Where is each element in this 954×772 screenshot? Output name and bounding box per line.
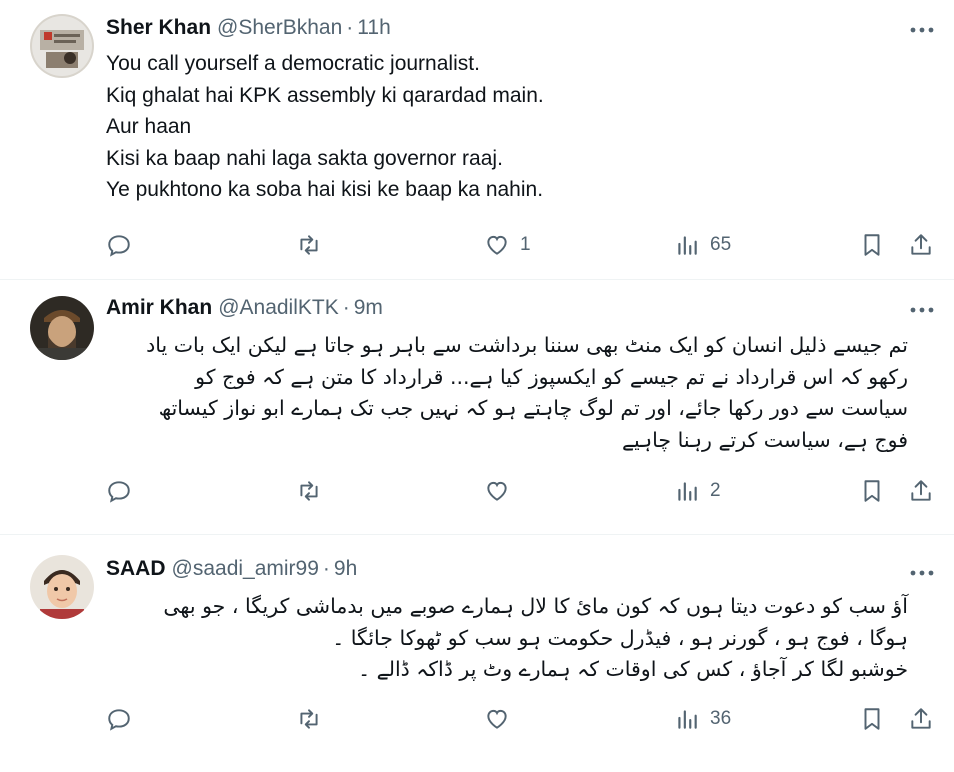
like-count: 1 [520,233,531,255]
view-count: 65 [710,233,732,255]
timestamp[interactable]: 9m [354,296,383,320]
tweet-text-line: Kisi ka baap nahi laga sakta governor ra… [106,146,503,170]
display-name[interactable]: SAAD [106,557,166,581]
share-button[interactable] [908,706,934,732]
retweet-button[interactable] [296,706,322,732]
tweet-text: تم جیسے ذلیل انسان کو ایک منٹ بھی سننا ب… [106,330,938,456]
tweet-text-line: رکھو کہ اس قرارداد نے تم جیسے کو ایکسپوز… [195,364,908,389]
tweet[interactable]: SAAD @saadi_amir99 · 9h آؤ سب کو دعوت دی… [0,535,954,770]
retweet-icon [300,235,318,255]
avatar[interactable] [30,555,94,619]
display-name[interactable]: Amir Khan [106,296,212,320]
heart-icon [487,709,507,729]
avatar[interactable] [30,296,94,360]
views-icon [678,482,697,502]
bookmark-icon [864,480,880,503]
reply-button[interactable] [106,478,132,504]
share-icon [911,234,931,255]
tweet-text-line: Ye pukhtono ka soba hai kisi ke baap ka … [106,178,544,202]
heart-icon [487,482,507,502]
tweet-text: You call yourself a democratic journalis… [106,48,938,206]
tweet-text-line: You call yourself a democratic journalis… [106,52,480,75]
retweet-icon [300,709,318,729]
more-icon[interactable] [908,20,936,40]
views-icon [678,236,697,255]
tweet-text: آؤ سب کو دعوت دیتا ہوں کہ کون مائ کا لال… [106,591,938,686]
timestamp[interactable]: 11h [357,16,390,40]
tweet-text-line: فوج ہے، سیاست کرتے رہنا چاہیے [621,427,908,452]
tweet-header: Sher Khan @SherBkhan · 11h [106,12,938,44]
retweet-icon [300,481,318,502]
avatar[interactable] [30,14,94,78]
reply-icon [108,235,130,257]
bookmark-icon [864,708,880,730]
tweet-text-line: سیاست سے دور رکھا جائے، اور تم لوگ چاہتے… [158,396,908,421]
handle[interactable]: @SherBkhan [217,16,342,40]
view-count: 2 [710,480,721,502]
bookmark-button[interactable] [859,232,885,258]
reply-button[interactable] [106,232,132,258]
more-icon[interactable] [908,563,936,583]
view-count: 36 [710,707,732,729]
tweet-actions: 36 [106,694,938,754]
tweet-text-line: Aur haan [106,115,192,139]
share-button[interactable] [908,232,934,258]
separator-dot: · [322,557,330,580]
separator-dot: · [342,296,350,319]
tweet-actions: 1 65 [106,220,938,280]
like-button[interactable] [484,706,510,732]
display-name[interactable]: Sher Khan [106,16,211,40]
views-button[interactable]: 2 [674,478,721,504]
views-button[interactable]: 36 [674,706,731,732]
tweet[interactable]: Amir Khan @AnadilKTK · 9m تم جیسے ذلیل ا… [0,280,954,535]
views-icon [678,710,697,729]
tweet-text-line: تم جیسے ذلیل انسان کو ایک منٹ بھی سننا ب… [146,333,908,357]
share-icon [911,708,931,729]
bookmark-icon [864,234,880,256]
tweet-text-line: آؤ سب کو دعوت دیتا ہوں کہ کون مائ کا لال… [163,594,908,618]
heart-icon [487,235,507,255]
handle[interactable]: @saadi_amir99 [172,557,319,581]
bookmark-button[interactable] [859,478,885,504]
share-icon [911,480,931,502]
tweet-text-line: خوشبو لگا کر آجاؤ ، کس کی اوقات کہ ہمارے… [358,657,908,682]
like-button[interactable]: 1 [484,232,531,258]
timestamp[interactable]: 9h [334,557,357,581]
like-button[interactable] [484,478,510,504]
tweet[interactable]: Sher Khan @SherBkhan · 11h You call your… [0,0,954,280]
handle[interactable]: @AnadilKTK [218,296,339,320]
bookmark-button[interactable] [859,706,885,732]
tweet-actions: 2 [106,466,938,526]
retweet-button[interactable] [296,232,322,258]
reply-icon [108,481,130,504]
tweet-header: SAAD @saadi_amir99 · 9h [106,553,938,585]
reply-icon [108,709,130,731]
tweet-text-line: ہوگا ، فوج ہو ، گورنر ہو ، فیڈرل حکومت ہ… [332,625,908,650]
reply-button[interactable] [106,706,132,732]
tweet-text-line: Kiq ghalat hai KPK assembly ki qarardad … [106,83,544,107]
more-icon[interactable] [908,300,936,320]
tweet-header: Amir Khan @AnadilKTK · 9m [106,292,938,324]
retweet-button[interactable] [296,478,322,504]
separator-dot: · [346,16,354,39]
share-button[interactable] [908,478,934,504]
views-button[interactable]: 65 [674,232,731,258]
tweet-feed: Sher Khan @SherBkhan · 11h You call your… [0,0,954,770]
